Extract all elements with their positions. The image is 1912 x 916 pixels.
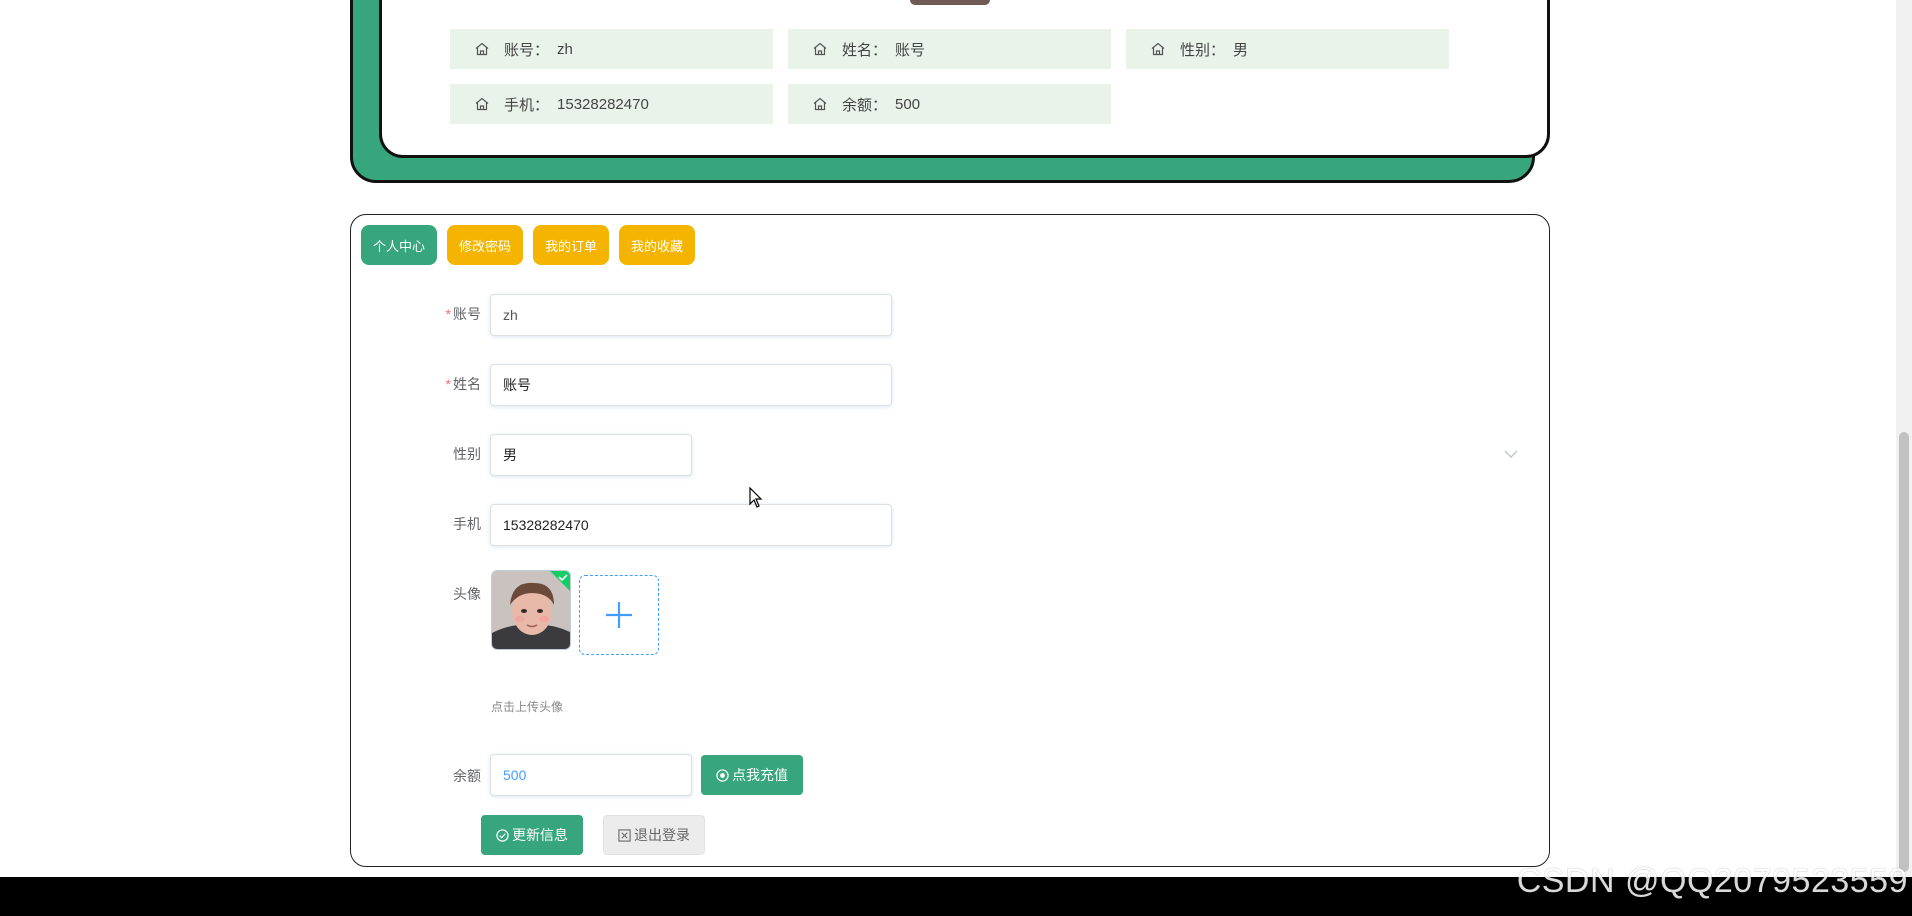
profile-info-value: 男 [1233, 41, 1249, 59]
profile-info-label: 余额： [842, 96, 888, 114]
name-label-text: 姓名 [453, 376, 481, 392]
home-icon [475, 97, 489, 111]
profile-info-value: 500 [895, 95, 921, 113]
recharge-button-label: 点我充值 [732, 767, 788, 783]
profile-info-gender: 性别： 男 [1126, 29, 1449, 69]
profile-info-value: 15328282470 [557, 95, 649, 113]
recharge-button[interactable]: 点我充值 [701, 755, 803, 795]
name-input[interactable] [490, 364, 892, 406]
profile-avatar-peek [910, 0, 990, 5]
logout-button[interactable]: 退出登录 [603, 815, 705, 855]
logout-label: 退出登录 [634, 827, 690, 843]
page: 账号： zh 姓名： 账号 性别： 男 手机： 15328282470 余额： … [0, 0, 1912, 916]
phone-input[interactable] [490, 504, 892, 546]
profile-info-account: 账号： zh [450, 29, 773, 69]
update-info-button[interactable]: 更新信息 [481, 815, 583, 855]
check-circle-icon [496, 828, 509, 842]
balance-label: 余额 [453, 768, 481, 784]
account-label-text: 账号 [453, 306, 481, 322]
plus-icon [606, 602, 632, 628]
recharge-icon [716, 768, 729, 782]
account-label: * 账号 [401, 304, 481, 324]
home-icon [475, 42, 489, 56]
profile-info-label: 账号： [504, 41, 550, 59]
close-square-icon [618, 828, 631, 842]
tab-personal-center[interactable]: 个人中心 [361, 225, 437, 265]
tab-my-favorites[interactable]: 我的收藏 [619, 225, 695, 265]
mouse-cursor-icon [749, 487, 763, 508]
home-icon [813, 42, 827, 56]
profile-info-phone: 手机： 15328282470 [450, 84, 773, 124]
chevron-down-icon[interactable] [1504, 449, 1518, 459]
profile-info-balance: 余额： 500 [788, 84, 1111, 124]
profile-info-name: 姓名： 账号 [788, 29, 1111, 69]
avatar-upload-hint: 点击上传头像 [491, 700, 564, 714]
profile-info-label: 姓名： [842, 41, 888, 59]
profile-info-label: 性别： [1180, 41, 1226, 59]
scrollbar-thumb[interactable] [1899, 432, 1909, 872]
required-asterisk: * [445, 376, 451, 392]
balance-input[interactable] [490, 754, 692, 796]
avatar-upload-button[interactable] [579, 575, 659, 655]
profile-info-label: 手机： [504, 96, 550, 114]
update-info-label: 更新信息 [512, 827, 568, 843]
profile-card [379, 0, 1550, 158]
phone-label: 手机 [453, 516, 481, 532]
gender-select[interactable] [490, 434, 692, 476]
avatar-label: 头像 [453, 586, 481, 602]
name-label: * 姓名 [401, 374, 481, 394]
tab-my-orders[interactable]: 我的订单 [533, 225, 609, 265]
profile-info-value: zh [557, 40, 573, 58]
watermark: CSDN @QQ2079523559 [1516, 862, 1908, 900]
home-icon [1151, 42, 1165, 56]
required-asterisk: * [445, 306, 451, 322]
avatar-image [492, 571, 570, 649]
tab-change-password[interactable]: 修改密码 [447, 225, 523, 265]
gender-label: 性别 [453, 446, 481, 462]
home-icon [813, 97, 827, 111]
profile-info-value: 账号 [895, 41, 926, 59]
avatar-thumbnail[interactable] [491, 570, 571, 650]
account-input[interactable] [490, 294, 892, 336]
